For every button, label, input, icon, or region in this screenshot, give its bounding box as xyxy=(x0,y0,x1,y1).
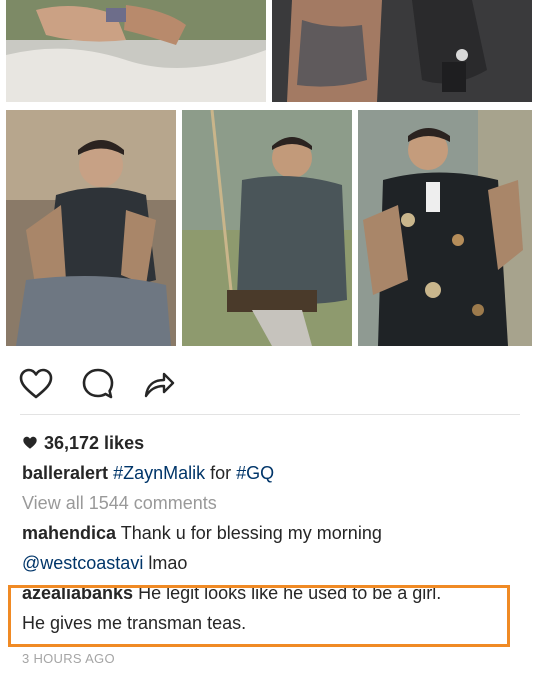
heart-outline-icon[interactable] xyxy=(18,366,54,402)
comment: mahendica Thank u for blessing my mornin… xyxy=(22,518,522,548)
caption-username[interactable]: balleralert xyxy=(22,463,108,483)
highlighted-comment-continuation: He gives me transman teas. xyxy=(22,608,522,638)
hashtag-gq[interactable]: #GQ xyxy=(236,463,274,483)
likes-count: 36,172 likes xyxy=(44,433,145,453)
caption-connector: for xyxy=(205,463,237,483)
post-photo-4[interactable] xyxy=(182,110,352,346)
photo-grid xyxy=(0,0,540,352)
comment-text-continuation: He gives me transman teas. xyxy=(22,613,247,633)
likes-count-row[interactable]: 36,172 likes xyxy=(22,428,522,458)
comment-username[interactable]: mahendica xyxy=(22,523,116,543)
view-all-comments-link[interactable]: View all 1544 comments xyxy=(22,488,522,518)
post-photo-1[interactable] xyxy=(6,0,266,102)
post-photo-2[interactable] xyxy=(272,0,532,102)
comment-text: Thank u for blessing my morning xyxy=(116,523,382,543)
hashtag-zaynmalik[interactable]: #ZaynMalik xyxy=(113,463,205,483)
post-photo-3[interactable] xyxy=(6,110,176,346)
speech-bubble-icon[interactable] xyxy=(80,366,116,402)
divider xyxy=(20,414,520,415)
comment-text: He legit looks like he used to be a girl… xyxy=(133,583,442,603)
comment: @westcoastavi lmao xyxy=(22,548,522,578)
highlighted-comment: azealiabanks He legit looks like he used… xyxy=(22,578,522,608)
post-details: 36,172 likes balleralert #ZaynMalik for … xyxy=(22,428,522,638)
share-arrow-icon[interactable] xyxy=(140,366,176,402)
post-timestamp: 3 HOURS AGO xyxy=(22,651,115,666)
comment-username[interactable]: azealiabanks xyxy=(22,583,133,603)
heart-filled-icon xyxy=(23,436,37,449)
post-actions xyxy=(0,360,540,412)
post-photo-5[interactable] xyxy=(358,110,532,346)
comment-text: lmao xyxy=(143,553,188,573)
comment-mention[interactable]: @westcoastavi xyxy=(22,553,143,573)
caption: balleralert #ZaynMalik for #GQ xyxy=(22,458,522,488)
